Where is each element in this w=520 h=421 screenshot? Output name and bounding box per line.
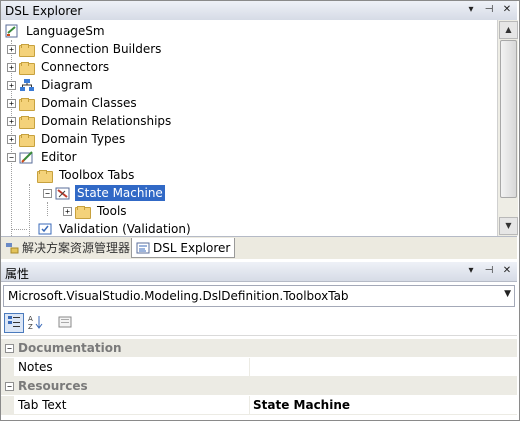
tree-item-connectors[interactable]: + Connectors xyxy=(7,58,111,76)
folder-icon xyxy=(19,60,35,75)
dsl-definition-icon xyxy=(4,24,20,38)
tab-solution-explorer[interactable]: 解决方案资源管理器 xyxy=(1,238,134,257)
folder-icon xyxy=(19,42,35,57)
scroll-up-icon[interactable]: ▲ xyxy=(499,21,518,39)
folder-icon xyxy=(19,96,35,111)
dsl-explorer-title: DSL Explorer xyxy=(5,4,83,18)
expand-icon[interactable]: + xyxy=(7,62,16,72)
tree-item-label: Diagram xyxy=(41,78,93,92)
property-name: Notes xyxy=(18,360,53,374)
tree-item-toolbox-tabs[interactable]: Toolbox Tabs xyxy=(37,166,136,184)
object-selector-dropdown[interactable]: Microsoft.VisualStudio.Modeling.DslDefin… xyxy=(3,285,515,307)
scroll-down-icon[interactable]: ▼ xyxy=(499,217,518,235)
tree-item-diagram[interactable]: + Diagram xyxy=(7,76,95,94)
dsl-explorer-icon xyxy=(136,242,150,254)
property-row-notes[interactable]: Notes xyxy=(1,358,517,377)
tree-item-editor[interactable]: − Editor xyxy=(7,148,79,166)
tree-item-label: State Machine xyxy=(75,185,165,201)
tree-item-label: Toolbox Tabs xyxy=(59,168,135,182)
collapse-icon[interactable]: − xyxy=(5,382,14,391)
tree-item-domain-types[interactable]: + Domain Types xyxy=(7,130,127,148)
expand-icon[interactable]: + xyxy=(7,116,16,126)
category-resources[interactable]: − Resources xyxy=(1,377,517,395)
editor-icon xyxy=(19,150,35,164)
chevron-down-icon[interactable]: ▼ xyxy=(504,289,511,299)
tree-item-label: Domain Relationships xyxy=(41,114,172,128)
tree-root[interactable]: LanguageSm xyxy=(4,22,107,40)
tree-item-label: Connectors xyxy=(41,60,110,74)
properties-title: 属性 xyxy=(5,267,30,281)
category-label: Documentation xyxy=(18,341,122,355)
expand-icon[interactable]: + xyxy=(63,206,72,216)
expand-icon[interactable]: + xyxy=(7,44,16,54)
tree-item-label: Domain Types xyxy=(41,132,126,146)
dsl-explorer-tree: LanguageSm + Connection Builders + Conne… xyxy=(1,20,497,236)
validation-icon xyxy=(37,222,53,236)
tree-item-domain-relationships[interactable]: + Domain Relationships xyxy=(7,112,173,130)
tree-item-label: Editor xyxy=(41,150,77,164)
expand-icon[interactable]: + xyxy=(7,98,16,108)
selected-object: Microsoft.VisualStudio.Modeling.DslDefin… xyxy=(8,289,349,303)
collapse-icon[interactable]: − xyxy=(5,344,14,353)
tree-item-label: Tools xyxy=(97,204,127,218)
collapse-icon[interactable]: − xyxy=(43,188,52,198)
folder-icon xyxy=(37,168,53,183)
tool-window-tabs: 解决方案资源管理器 DSL Explorer xyxy=(1,236,517,259)
tree-vertical-scrollbar[interactable]: ▲ ▼ xyxy=(497,20,518,236)
tree-item-state-machine[interactable]: − State Machine xyxy=(43,184,165,202)
property-pages-icon[interactable] xyxy=(55,313,75,333)
solution-explorer-icon xyxy=(5,242,19,254)
svg-text:A: A xyxy=(28,315,33,323)
tree-item-connection-builders[interactable]: + Connection Builders xyxy=(7,40,163,58)
tree-item-label: Domain Classes xyxy=(41,96,137,110)
tree-item-label: Connection Builders xyxy=(41,42,162,56)
category-documentation[interactable]: − Documentation xyxy=(1,339,517,357)
folder-icon xyxy=(19,114,35,129)
category-label: Resources xyxy=(18,379,88,393)
auto-hide-pin-icon[interactable]: ⊣ xyxy=(483,264,495,278)
folder-icon xyxy=(19,132,35,147)
diagram-icon xyxy=(19,78,35,92)
tree-item-domain-classes[interactable]: + Domain Classes xyxy=(7,94,139,112)
tree-item-label: Validation (Validation) xyxy=(59,222,191,236)
properties-toolbar: AZ xyxy=(1,309,517,336)
expand-icon[interactable]: + xyxy=(7,134,16,144)
dsl-explorer-titlebar: DSL Explorer ▾ ⊣ ✕ xyxy=(1,1,517,21)
auto-hide-pin-icon[interactable]: ⊣ xyxy=(483,3,495,17)
categorized-icon[interactable] xyxy=(4,313,24,333)
tab-label: DSL Explorer xyxy=(153,240,231,255)
tree-root-label: LanguageSm xyxy=(26,24,105,38)
window-position-dropdown-icon[interactable]: ▾ xyxy=(465,264,477,278)
window-position-dropdown-icon[interactable]: ▾ xyxy=(465,3,477,17)
svg-text:Z: Z xyxy=(28,323,33,330)
tab-label: 解决方案资源管理器 xyxy=(22,241,131,255)
properties-titlebar: 属性 ▾ ⊣ ✕ xyxy=(1,262,517,282)
property-row-tab-text[interactable]: Tab Text State Machine xyxy=(1,396,517,415)
expand-icon[interactable]: + xyxy=(7,80,16,90)
folder-icon xyxy=(75,204,91,219)
tree-item-validation[interactable]: Validation (Validation) xyxy=(37,220,193,236)
property-name: Tab Text xyxy=(18,398,67,412)
close-icon[interactable]: ✕ xyxy=(501,264,513,278)
close-icon[interactable]: ✕ xyxy=(501,3,513,17)
tree-item-tools[interactable]: + Tools xyxy=(63,202,129,220)
toolbox-tab-icon xyxy=(55,186,71,200)
scroll-thumb[interactable] xyxy=(500,40,517,198)
alphabetical-icon[interactable]: AZ xyxy=(25,313,45,333)
tab-dsl-explorer[interactable]: DSL Explorer xyxy=(131,238,236,258)
collapse-icon[interactable]: − xyxy=(7,152,16,162)
property-value[interactable]: State Machine xyxy=(253,398,350,412)
